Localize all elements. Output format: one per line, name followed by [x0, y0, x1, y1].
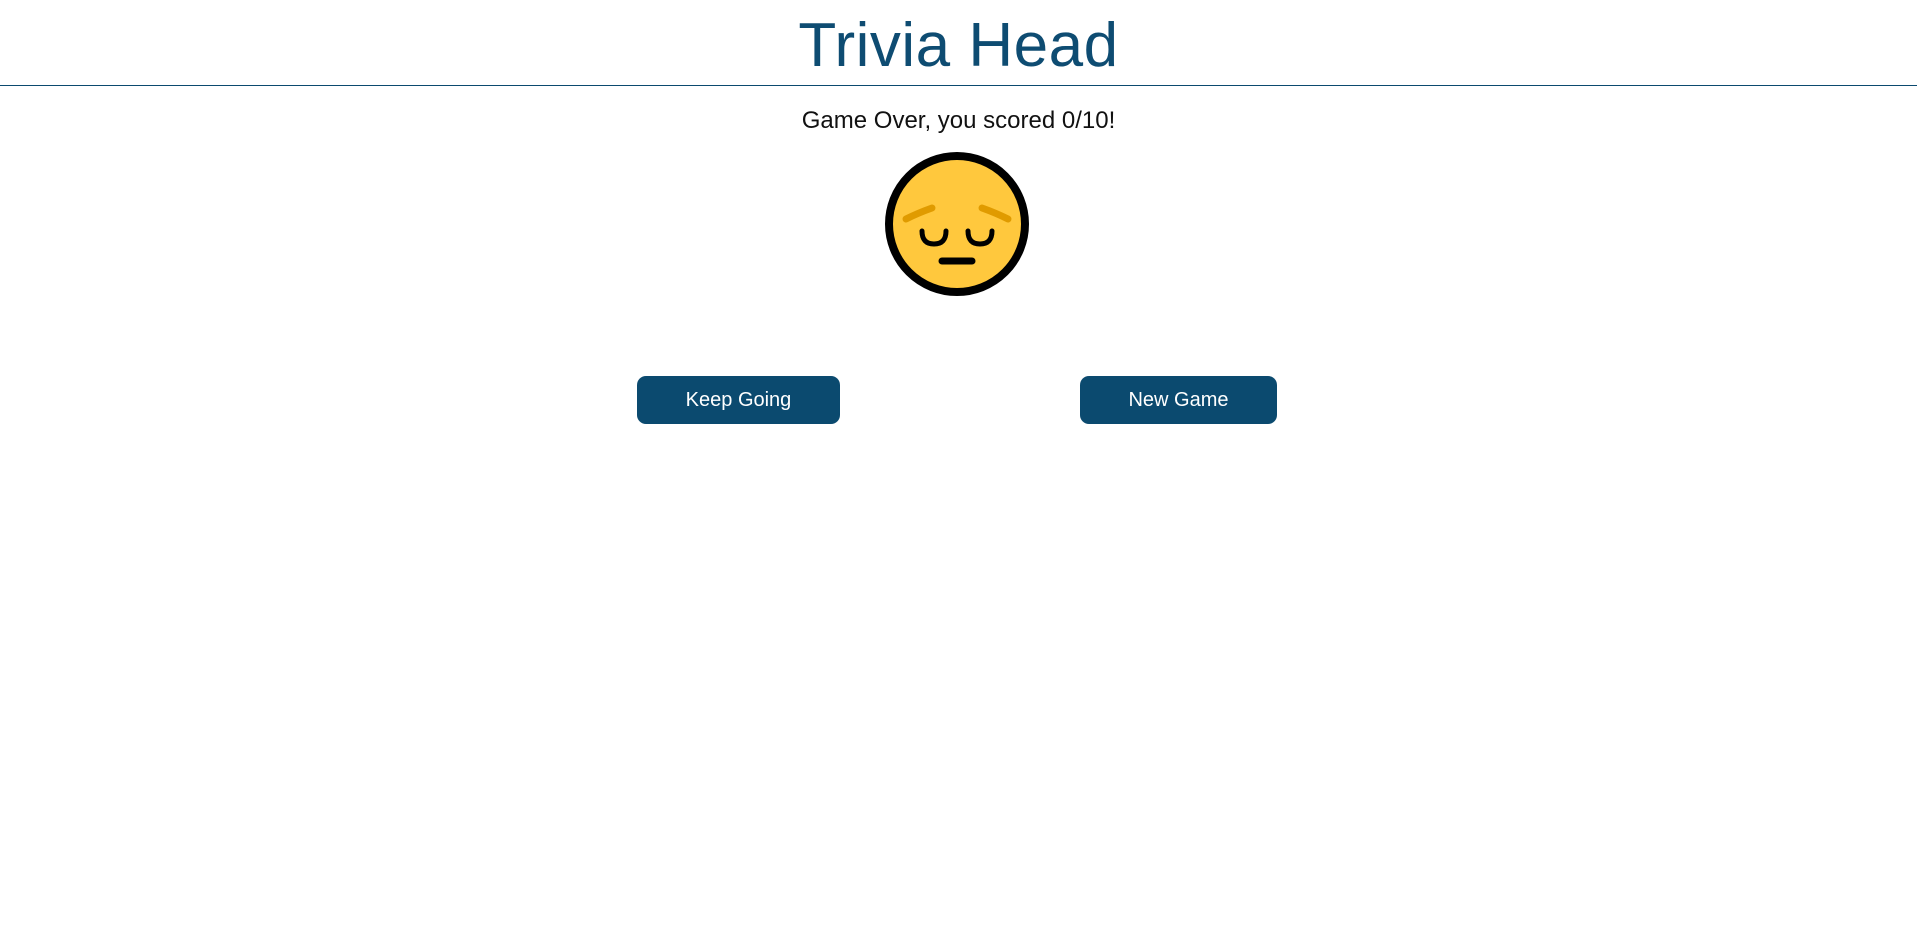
app-title: Trivia Head: [798, 11, 1119, 80]
keep-going-button[interactable]: Keep Going: [637, 376, 840, 424]
game-over-message: Game Over, you scored 0/10!: [801, 107, 1116, 134]
pensive-face-icon: [884, 151, 1030, 297]
app-header: Trivia Head: [0, 0, 1917, 86]
new-game-button[interactable]: New Game: [1080, 376, 1277, 424]
